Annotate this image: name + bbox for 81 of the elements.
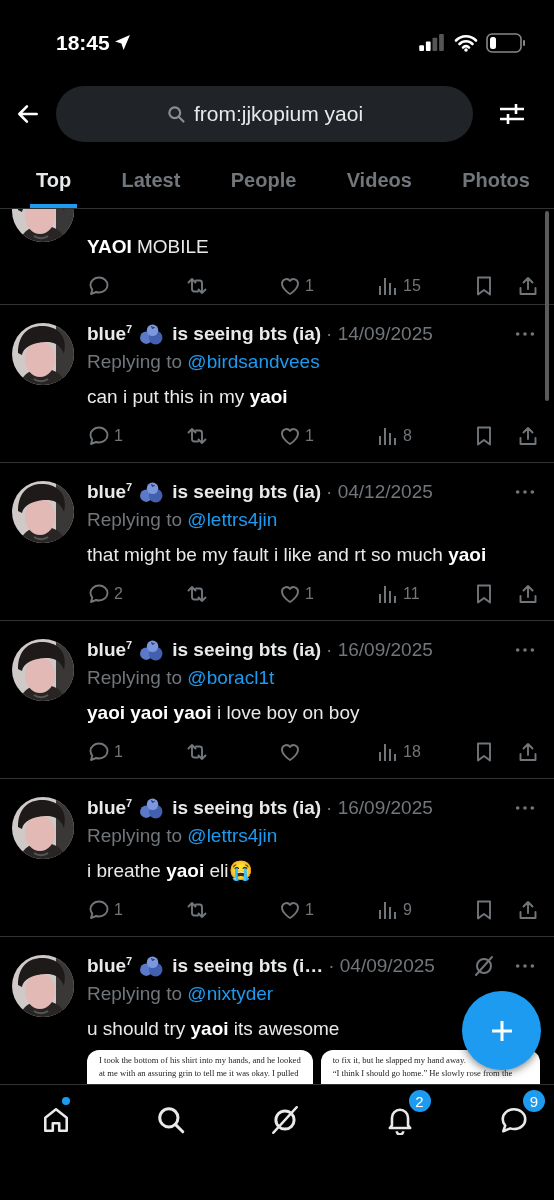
display-name: blue$^{7}$ xyxy=(87,954,133,978)
search-tab[interactable]: People xyxy=(224,161,303,208)
blueberries-icon xyxy=(139,480,165,504)
reply-line: Replying to @lettrs4jin xyxy=(87,825,279,847)
reply-count: 2 xyxy=(114,585,123,603)
search-tab[interactable]: Latest xyxy=(115,161,187,208)
like-count: 1 xyxy=(305,585,314,603)
mention-link[interactable]: @birdsandvees xyxy=(187,351,320,372)
mention-link[interactable]: @boracl1t xyxy=(187,667,275,688)
notification-count: 2 xyxy=(408,1090,431,1112)
search-icon xyxy=(165,104,186,124)
blueberries-icon xyxy=(139,322,165,346)
post-date: · 16/09/2025 xyxy=(326,639,433,661)
post-text: YAOI MOBILE xyxy=(87,235,209,259)
display-name: is seeing bts (ia) xyxy=(172,639,322,661)
post-text: i breathe yaoi eli😭 xyxy=(87,859,253,883)
message-icon[interactable] xyxy=(499,1105,529,1135)
more-icon[interactable] xyxy=(514,646,536,654)
more-icon[interactable] xyxy=(514,488,536,496)
display-name: blue$^{7}$ xyxy=(87,322,133,346)
reply-count: 1 xyxy=(114,427,123,445)
location-arrow-icon xyxy=(113,34,131,51)
slashed-circle-icon[interactable] xyxy=(270,1105,300,1135)
status-time: 18:45 xyxy=(56,30,110,55)
view-count: 8 xyxy=(403,427,412,445)
display-name: is seeing bts (ia) xyxy=(172,481,322,503)
mention-link[interactable]: @lettrs4jin xyxy=(187,825,278,846)
display-name: blue$^{7}$ xyxy=(87,796,133,820)
search-icon[interactable] xyxy=(155,1105,186,1135)
search-field[interactable]: from:jjkopium yaoi xyxy=(56,86,473,142)
more-icon[interactable] xyxy=(514,804,536,812)
mention-link[interactable]: @lettrs4jin xyxy=(187,509,278,530)
display-name: blue$^{7}$ xyxy=(87,638,133,662)
book-page-image[interactable]: I took the bottom of his shirt into my hands, and he looked at me with an assuring grin to tell me it was okay. I pulled xyxy=(87,1050,313,1084)
book-text-line: at me with an assuring grin to tell me it was okay. I pulled xyxy=(99,1068,300,1078)
reply-count: 1 xyxy=(114,901,123,919)
like-count: 1 xyxy=(305,901,314,919)
more-icon[interactable] xyxy=(514,962,536,970)
view-count: 18 xyxy=(403,743,421,761)
reply-line: Replying to @boracl1t xyxy=(87,667,276,689)
like-count: 1 xyxy=(305,277,314,295)
battery-icon xyxy=(486,32,526,53)
view-count: 9 xyxy=(403,901,412,919)
view-count: 15 xyxy=(403,277,421,295)
book-text-line: to fix it, but he slapped my hand away. xyxy=(332,1055,467,1065)
book-text-line: I took the bottom of his shirt into my hands, and he looked xyxy=(99,1055,301,1065)
home-icon[interactable] xyxy=(41,1105,71,1135)
like-count: 1 xyxy=(305,427,314,445)
signal-icon xyxy=(419,34,446,51)
blueberries-icon xyxy=(139,638,165,662)
post-text: can i put this in my yaoi xyxy=(87,385,288,409)
notification-count: 9 xyxy=(523,1090,545,1112)
blueberries-icon xyxy=(139,796,165,820)
post-text: u should try yaoi its awesome xyxy=(87,1017,340,1041)
book-text-line: “I think I should go home.” He slowly rose from the xyxy=(332,1068,514,1078)
display-name: is seeing bts (i… xyxy=(172,955,324,977)
mention-link[interactable]: @nixtyder xyxy=(187,983,274,1004)
post-date: · 04/09/2025 xyxy=(328,955,435,977)
display-name: is seeing bts (ia) xyxy=(172,323,322,345)
reply-line: Replying to @lettrs4jin xyxy=(87,509,279,531)
reply-icon[interactable] xyxy=(87,898,111,922)
reply-icon[interactable] xyxy=(87,582,111,606)
wifi-icon xyxy=(454,33,478,52)
view-count: 11 xyxy=(403,585,420,603)
reply-icon[interactable] xyxy=(87,424,111,448)
search-tab[interactable]: Videos xyxy=(340,161,418,208)
reply-icon[interactable] xyxy=(87,740,111,764)
more-icon[interactable] xyxy=(514,330,536,338)
plus-icon xyxy=(489,1018,514,1043)
reply-icon[interactable] xyxy=(87,274,111,298)
reply-line: Replying to @birdsandvees xyxy=(87,351,321,373)
reply-count: 1 xyxy=(114,743,123,761)
search-tab[interactable]: Photos xyxy=(456,161,536,208)
post-date: · 14/09/2025 xyxy=(326,323,433,345)
display-name: is seeing bts (ia) xyxy=(172,797,322,819)
blueberries-icon xyxy=(139,954,165,978)
display-name: blue$^{7}$ xyxy=(87,480,133,504)
post-date: · 16/09/2025 xyxy=(326,797,433,819)
post-text: yaoi yaoi yaoi i love boy on boy xyxy=(87,701,360,725)
post-date: · 04/12/2025 xyxy=(326,481,433,503)
post-text: that might be my fault i like and rt so much yaoi xyxy=(87,543,487,567)
